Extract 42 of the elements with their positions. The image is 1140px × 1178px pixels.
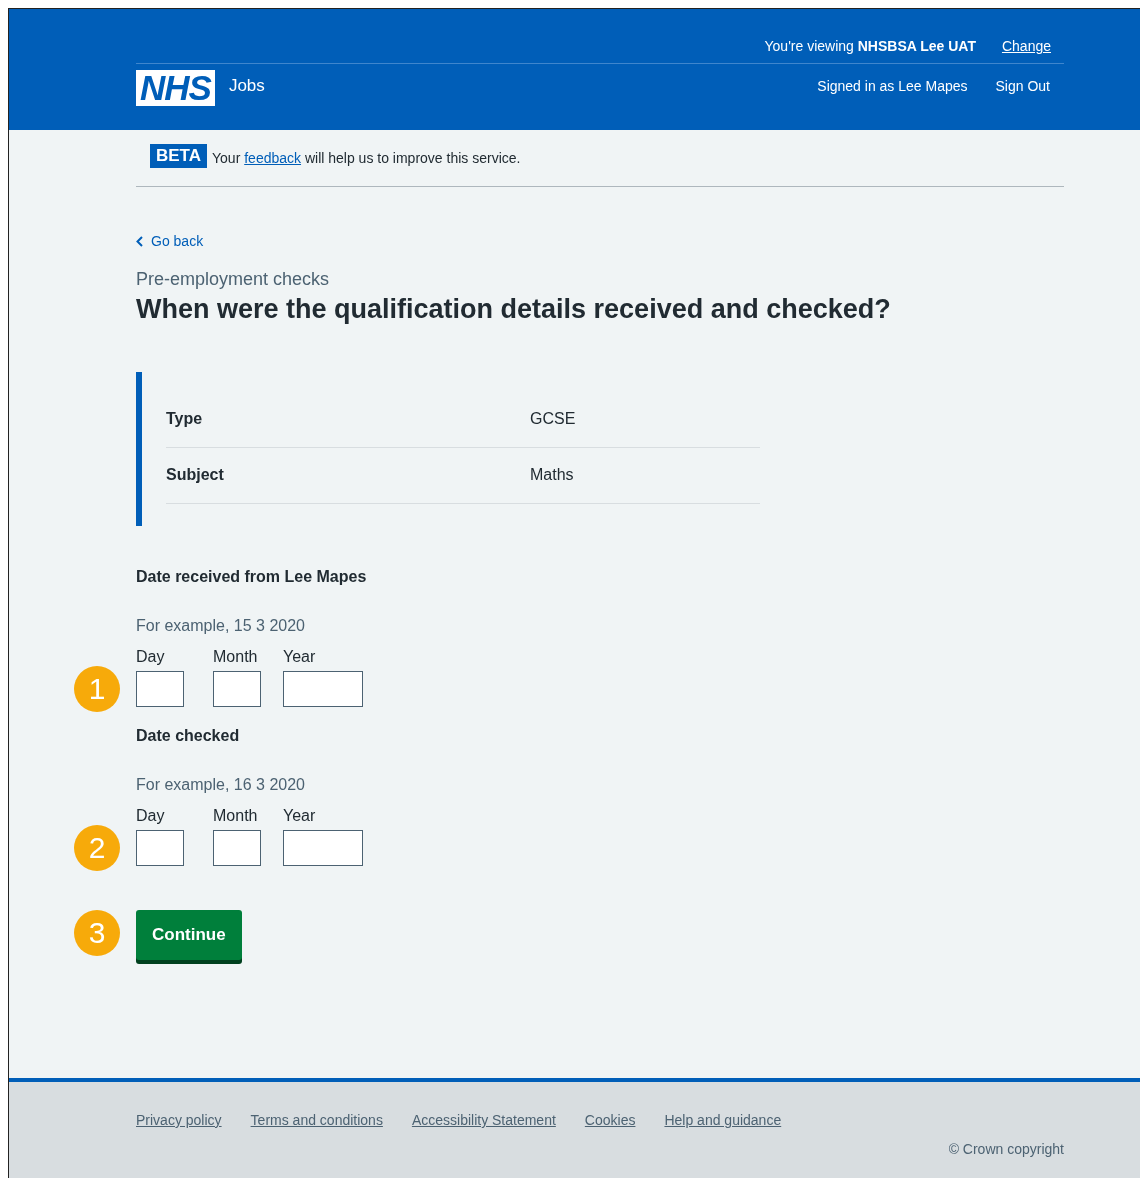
date-label: Day: [136, 806, 166, 825]
date-label: Year: [283, 806, 317, 825]
back-link[interactable]: Go back: [136, 233, 204, 249]
summary-key: Subject: [166, 466, 530, 484]
date-input[interactable]: [213, 670, 261, 707]
footer-link[interactable]: Privacy policy: [136, 1112, 222, 1128]
summary-value: GCSE: [530, 410, 576, 428]
date-hint: For example, 16 3 2020: [136, 775, 306, 794]
footer-link[interactable]: Terms and conditions: [250, 1112, 383, 1128]
step-marker: 3: [74, 909, 120, 956]
footer-link[interactable]: Cookies: [584, 1112, 636, 1128]
date-legend: Date checked: [136, 726, 1064, 745]
date-legend: Date received from Lee Mapes: [136, 567, 1064, 586]
date-input[interactable]: [213, 829, 261, 866]
date-label: Month: [213, 806, 259, 825]
step-marker: 2: [74, 824, 120, 871]
date-hint: For example, 15 3 2020: [136, 616, 306, 635]
change-link[interactable]: Change: [1001, 38, 1051, 54]
date-input[interactable]: [283, 670, 363, 707]
beta-tag: BETA: [150, 144, 207, 168]
step-marker: 1: [74, 665, 120, 712]
footer-link[interactable]: Accessibility Statement: [411, 1112, 556, 1128]
service-name: Jobs: [228, 76, 265, 96]
feedback-message: Your feedback will help us to improve this service.: [212, 150, 521, 166]
page-title: When were the qualification details received and checked?: [136, 293, 892, 325]
feedback-link[interactable]: feedback: [244, 150, 302, 166]
date-label: Day: [136, 647, 166, 666]
summary-key: Type: [166, 410, 530, 428]
date-input[interactable]: [136, 670, 184, 707]
signed-in-text: Signed in as Lee Mapes: [817, 78, 968, 94]
summary-value: Maths: [530, 466, 574, 484]
viewing-organisation-text: You're viewing NHSBSA Lee UAT: [764, 38, 976, 54]
footer-link[interactable]: Help and guidance: [664, 1112, 782, 1128]
sign-out-link[interactable]: Sign Out: [995, 78, 1050, 94]
date-label: Year: [283, 647, 317, 666]
date-label: Month: [213, 647, 259, 666]
page-caption: Pre-employment checks: [136, 268, 331, 290]
date-input[interactable]: [283, 829, 363, 866]
nhs-logo[interactable]: NHS: [136, 70, 215, 106]
chevron-left-icon: [136, 235, 143, 247]
copyright-text: © Crown copyright: [948, 1141, 1064, 1157]
date-input[interactable]: [136, 829, 184, 866]
